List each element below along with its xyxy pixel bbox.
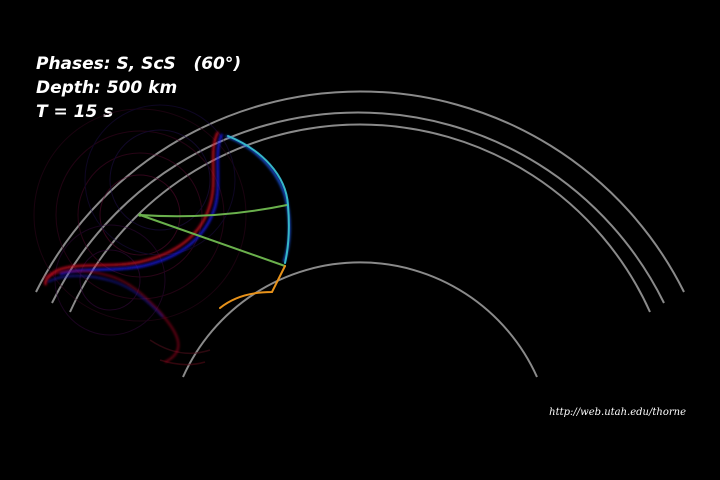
wavefront-cyan-crest	[225, 135, 291, 263]
core-mantle-boundary-arc	[182, 261, 538, 378]
source-point	[138, 213, 142, 217]
wavefront-blue-lower	[47, 275, 164, 318]
credit-url: http://web.utah.edu/thorne	[549, 407, 686, 418]
boundary-arcs	[35, 90, 685, 378]
ray-paths	[139, 135, 290, 309]
wavefronts	[43, 131, 291, 363]
upper-discontinuity-arc	[51, 111, 665, 304]
